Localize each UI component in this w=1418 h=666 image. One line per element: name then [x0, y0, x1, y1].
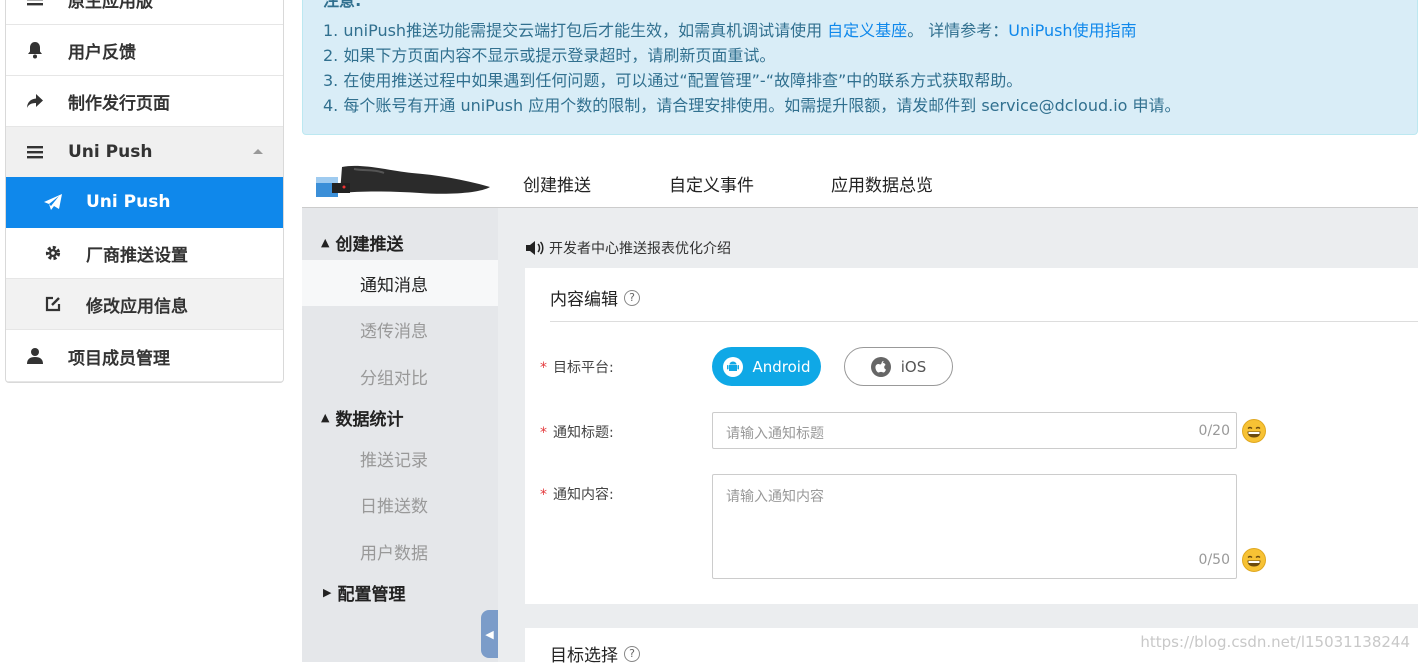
custom-base-link[interactable]: 自定义基座	[827, 21, 907, 40]
notice-box: 注意: 1. uniPush推送功能需提交云端打包后才能生效，如需真机调试请使用…	[302, 0, 1418, 135]
notice-line-4: 4. 每个账号有开通 uniPush 应用个数的限制，请合理安排使用。如需提升限…	[323, 92, 1181, 116]
sidebar-item-label: Uni Push	[86, 192, 170, 212]
menu-item-daily-push[interactable]: 日推送数	[302, 481, 498, 527]
platform-label: *目标平台:	[540, 357, 614, 377]
menu-item-notification[interactable]: 通知消息	[302, 260, 498, 306]
watermark: https://blog.csdn.net/l15031138244	[1140, 633, 1410, 651]
notice-line-2: 2. 如果下方页面内容不显示或提示登录超时，请刷新页面重试。	[323, 42, 775, 66]
emoji-picker-icon[interactable]	[1242, 419, 1266, 443]
bell-icon	[22, 41, 48, 59]
sidebar-item-members[interactable]: 项目成员管理	[6, 331, 283, 382]
notice-line-3: 3. 在使用推送过程中如果遇到任何问题，可以通过“配置管理”-“故障排查”中的联…	[323, 67, 1022, 91]
tab-data-overview[interactable]: 应用数据总览	[831, 171, 933, 196]
android-icon	[723, 357, 743, 377]
notification-content-textarea[interactable]: 请输入通知内容 0/50	[712, 474, 1237, 579]
notification-title-input[interactable]: 请输入通知标题 0/20	[712, 412, 1237, 449]
push-side-menu: ▲ 创建推送 通知消息 透传消息 分组对比 ▲ 数据统计 推送记录 日推送数 用…	[302, 208, 498, 662]
emoji-picker-icon[interactable]	[1242, 548, 1266, 572]
title-char-count: 0/20	[1199, 423, 1230, 439]
menu-icon	[22, 145, 48, 159]
push-app-header: 创建推送 自定义事件 应用数据总览	[302, 155, 1418, 208]
gear-icon	[40, 244, 66, 262]
caret-up-icon	[253, 149, 263, 154]
collapse-menu-handle[interactable]: ◀	[481, 610, 498, 658]
sidebar-item-label: 厂商推送设置	[86, 241, 188, 266]
share-arrow-icon	[22, 93, 48, 109]
unipush-guide-link[interactable]: UniPush使用指南	[1008, 21, 1136, 40]
notice-line-1: 1. uniPush推送功能需提交云端打包后才能生效，如需真机调试请使用 自定义…	[323, 17, 1137, 41]
sidebar-item-label: 制作发行页面	[68, 89, 170, 114]
sidebar-item-release-page[interactable]: 制作发行页面	[6, 76, 283, 127]
content-char-count: 0/50	[1199, 552, 1230, 568]
menu-group-statistics[interactable]: ▲ 数据统计	[302, 405, 498, 430]
apple-icon	[871, 357, 891, 377]
report-intro-link[interactable]: 开发者中心推送报表优化介绍	[525, 238, 731, 258]
menu-group-config[interactable]: ▶ 配置管理	[302, 580, 498, 605]
menu-item-push-records[interactable]: 推送记录	[302, 435, 498, 481]
input-placeholder: 请输入通知标题	[726, 423, 824, 443]
help-icon[interactable]: ?	[624, 646, 640, 662]
tab-create-push[interactable]: 创建推送	[523, 171, 591, 196]
sidebar-group-uni-push[interactable]: Uni Push	[6, 127, 283, 178]
project-sidebar: 原生应用版 用户反馈 制作发行页面 Uni Push Uni Push 厂商推送…	[5, 0, 284, 383]
platform-ios-button[interactable]: iOS	[844, 347, 953, 386]
textarea-placeholder: 请输入通知内容	[726, 486, 824, 506]
sidebar-item-uni-push[interactable]: Uni Push	[6, 177, 283, 228]
tab-custom-events[interactable]: 自定义事件	[669, 171, 754, 196]
sidebar-item-label: 项目成员管理	[68, 344, 170, 369]
sidebar-item-label: 原生应用版	[68, 0, 153, 12]
edit-icon	[40, 295, 66, 313]
sidebar-item-label: 用户反馈	[68, 38, 136, 63]
sidebar-item-label: 修改应用信息	[86, 292, 188, 317]
user-icon	[22, 347, 48, 365]
notice-title: 注意:	[323, 0, 361, 11]
paper-plane-icon	[40, 193, 66, 211]
sidebar-item-edit-app[interactable]: 修改应用信息	[6, 279, 283, 330]
triangle-up-icon: ▲	[321, 411, 329, 424]
sidebar-item-vendor-push[interactable]: 厂商推送设置	[6, 228, 283, 279]
sidebar-item-native-app[interactable]: 原生应用版	[6, 0, 283, 25]
divider	[550, 321, 1418, 322]
triangle-right-icon: ▶	[323, 586, 331, 599]
platform-android-button[interactable]: Android	[712, 347, 821, 386]
menu-group-create-push[interactable]: ▲ 创建推送	[302, 230, 498, 255]
sidebar-item-feedback[interactable]: 用户反馈	[6, 25, 283, 76]
menu-icon	[22, 0, 48, 6]
menu-item-passthrough[interactable]: 透传消息	[302, 306, 498, 352]
triangle-up-icon: ▲	[321, 236, 329, 249]
section-title-target: 目标选择 ?	[550, 641, 640, 666]
notification-content-label: *通知内容:	[540, 484, 614, 504]
menu-item-group-compare[interactable]: 分组对比	[302, 353, 498, 399]
section-title-content-edit: 内容编辑 ?	[550, 285, 640, 310]
speaker-icon	[525, 240, 545, 256]
notification-title-label: *通知标题:	[540, 422, 614, 442]
sidebar-item-label: Uni Push	[68, 142, 152, 162]
help-icon[interactable]: ?	[624, 290, 640, 306]
app-logo	[314, 163, 494, 199]
menu-item-user-data[interactable]: 用户数据	[302, 528, 498, 574]
